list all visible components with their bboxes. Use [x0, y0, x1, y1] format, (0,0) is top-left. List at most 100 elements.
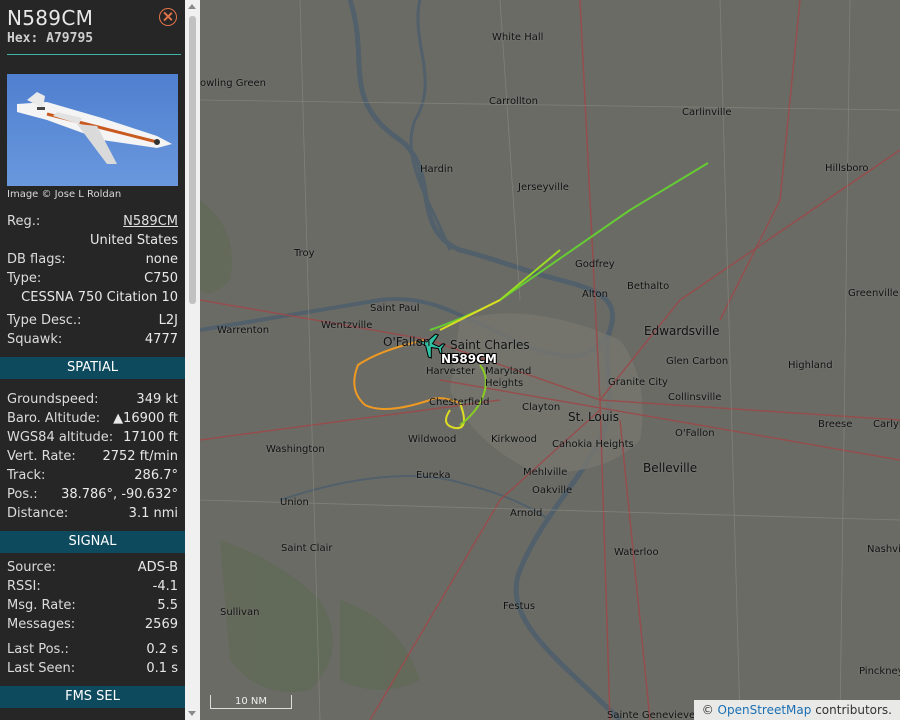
place-label: Waterloo	[614, 547, 659, 558]
place-label: Hillsboro	[825, 163, 869, 174]
place-label: Arnold	[510, 508, 543, 519]
scroll-up-arrow-icon[interactable]	[188, 4, 196, 9]
place-label: Jerseyville	[518, 182, 569, 193]
hex-value: A79795	[46, 31, 94, 46]
spatial-row-track: Track: 286.7°	[7, 468, 178, 487]
section-signal-header[interactable]: SIGNAL	[0, 531, 185, 553]
detail-label: Squawk:	[7, 332, 63, 347]
place-label: Saint Clair	[281, 543, 333, 554]
signal-label: Msg. Rate:	[7, 598, 76, 613]
scrollbar-thumb[interactable]	[189, 16, 196, 304]
place-label: Mehlville	[523, 467, 568, 478]
aircraft-photo[interactable]	[7, 74, 178, 186]
signal-label: Messages:	[7, 617, 76, 632]
place-label: Belleville	[643, 461, 698, 475]
signal-label: Source:	[7, 560, 57, 575]
hex-label: Hex:	[7, 31, 39, 46]
signal-value: 0.2 s	[146, 642, 178, 657]
place-label: Hardin	[420, 164, 454, 175]
spatial-row-baro-altitude: Baro. Altitude: ▲16900 ft	[7, 411, 178, 430]
aircraft-callsign: N589CM	[7, 6, 94, 30]
detail-label: Reg.:	[7, 214, 41, 229]
section-spatial-header[interactable]: SPATIAL	[0, 357, 185, 379]
signal-value: 0.1 s	[146, 661, 178, 676]
spatial-value: 2752 ft/min	[102, 449, 178, 464]
detail-row-type-name: CESSNA 750 Citation 10	[7, 290, 178, 309]
signal-value: 2569	[144, 617, 178, 632]
spatial-row-position: Pos.: 38.786°, -90.632°	[7, 487, 178, 506]
place-label: Collinsville	[668, 392, 722, 403]
aircraft-map-label[interactable]: N589CM	[441, 352, 497, 366]
place-label: Wildwood	[408, 434, 457, 445]
map-attribution: © OpenStreetMap contributors.	[693, 700, 900, 720]
spatial-value: ▲16900 ft	[113, 411, 178, 426]
hex-line: Hex: A79795	[7, 31, 93, 46]
spatial-row-groundspeed: Groundspeed: 349 kt	[7, 392, 178, 411]
attribution-suffix: contributors.	[815, 703, 892, 717]
photo-credit: Image © Jose L Roldan	[7, 189, 122, 200]
place-label: Sainte Genevieve	[607, 710, 696, 720]
place-label: Chesterfield	[429, 397, 490, 408]
spatial-label: Baro. Altitude:	[7, 411, 101, 426]
place-label: Saint Charles	[450, 338, 530, 352]
aircraft-info-panel: N589CM Hex: A79795 Image © Jose L Roldan…	[0, 0, 185, 720]
place-label: St. Louis	[568, 410, 619, 424]
spatial-row-distance: Distance: 3.1 nmi	[7, 506, 178, 525]
place-label: Festus	[503, 601, 536, 612]
detail-label: DB flags:	[7, 252, 66, 267]
section-fms-header[interactable]: FMS SEL	[0, 686, 185, 708]
place-label: Breese	[818, 419, 853, 430]
registration-link[interactable]: N589CM	[123, 214, 178, 229]
spatial-row-vert-rate: Vert. Rate: 2752 ft/min	[7, 449, 178, 468]
place-label: Union	[280, 497, 309, 508]
signal-value: ADS-B	[137, 560, 178, 575]
spatial-label: WGS84 altitude:	[7, 430, 114, 445]
place-label: Edwardsville	[644, 324, 720, 338]
spatial-label: Pos.:	[7, 487, 38, 502]
place-label: Alton	[582, 289, 608, 300]
spatial-label: Track:	[7, 468, 46, 483]
place-label: Pinckney	[859, 666, 900, 677]
signal-label: Last Pos.:	[7, 642, 69, 657]
place-label: Kirkwood	[491, 434, 538, 445]
place-label: Nashvil	[867, 544, 900, 555]
place-label: Carlinville	[682, 107, 732, 118]
signal-row-source: Source: ADS-B	[7, 560, 178, 579]
place-label: Cahokia Heights	[552, 439, 634, 450]
spatial-value: 286.7°	[134, 468, 178, 483]
place-label: Clayton	[522, 402, 561, 413]
map-view[interactable]: N589CM White Hall owling Green Carrollto…	[200, 0, 900, 720]
close-icon[interactable]	[159, 8, 177, 26]
detail-row-type: Type: C750	[7, 271, 178, 290]
openstreetmap-link[interactable]: OpenStreetMap	[718, 703, 812, 717]
signal-row-messages: Messages: 2569	[7, 617, 178, 636]
place-label: Warrenton	[217, 325, 270, 336]
place-label: O'Fallon	[383, 335, 431, 349]
place-label: Greenville	[848, 288, 899, 299]
detail-label: Type Desc.:	[7, 313, 82, 328]
spatial-value: 349 kt	[136, 392, 178, 407]
spatial-row-wgs84-altitude: WGS84 altitude: 17100 ft	[7, 430, 178, 449]
header-divider	[7, 54, 181, 55]
spatial-value: 17100 ft	[123, 430, 178, 445]
place-label: Bethalto	[627, 281, 670, 292]
place-label: Sullivan	[220, 607, 260, 618]
detail-row-type-desc: Type Desc.: L2J	[7, 313, 178, 332]
detail-value: L2J	[158, 313, 178, 328]
signal-row-msg-rate: Msg. Rate: 5.5	[7, 598, 178, 617]
map-scale-bar: 10 NM	[210, 695, 292, 709]
type-name-value: CESSNA 750 Citation 10	[21, 290, 178, 305]
place-label: owling Green	[200, 78, 267, 89]
detail-row-squawk: Squawk: 4777	[7, 332, 178, 351]
sidebar-scrollbar[interactable]	[185, 0, 200, 720]
detail-row-registration: Reg.: N589CM	[7, 214, 178, 233]
spatial-value: 3.1 nmi	[128, 506, 178, 521]
signal-value: -4.1	[152, 579, 178, 594]
scroll-down-arrow-icon[interactable]	[188, 711, 196, 716]
place-label: Carlyl	[873, 419, 900, 430]
aircraft-photo-image	[17, 92, 172, 164]
place-label: Glen Carbon	[666, 356, 729, 367]
spatial-value: 38.786°, -90.632°	[61, 487, 178, 502]
detail-label: Type:	[7, 271, 42, 286]
signal-label: RSSI:	[7, 579, 41, 594]
